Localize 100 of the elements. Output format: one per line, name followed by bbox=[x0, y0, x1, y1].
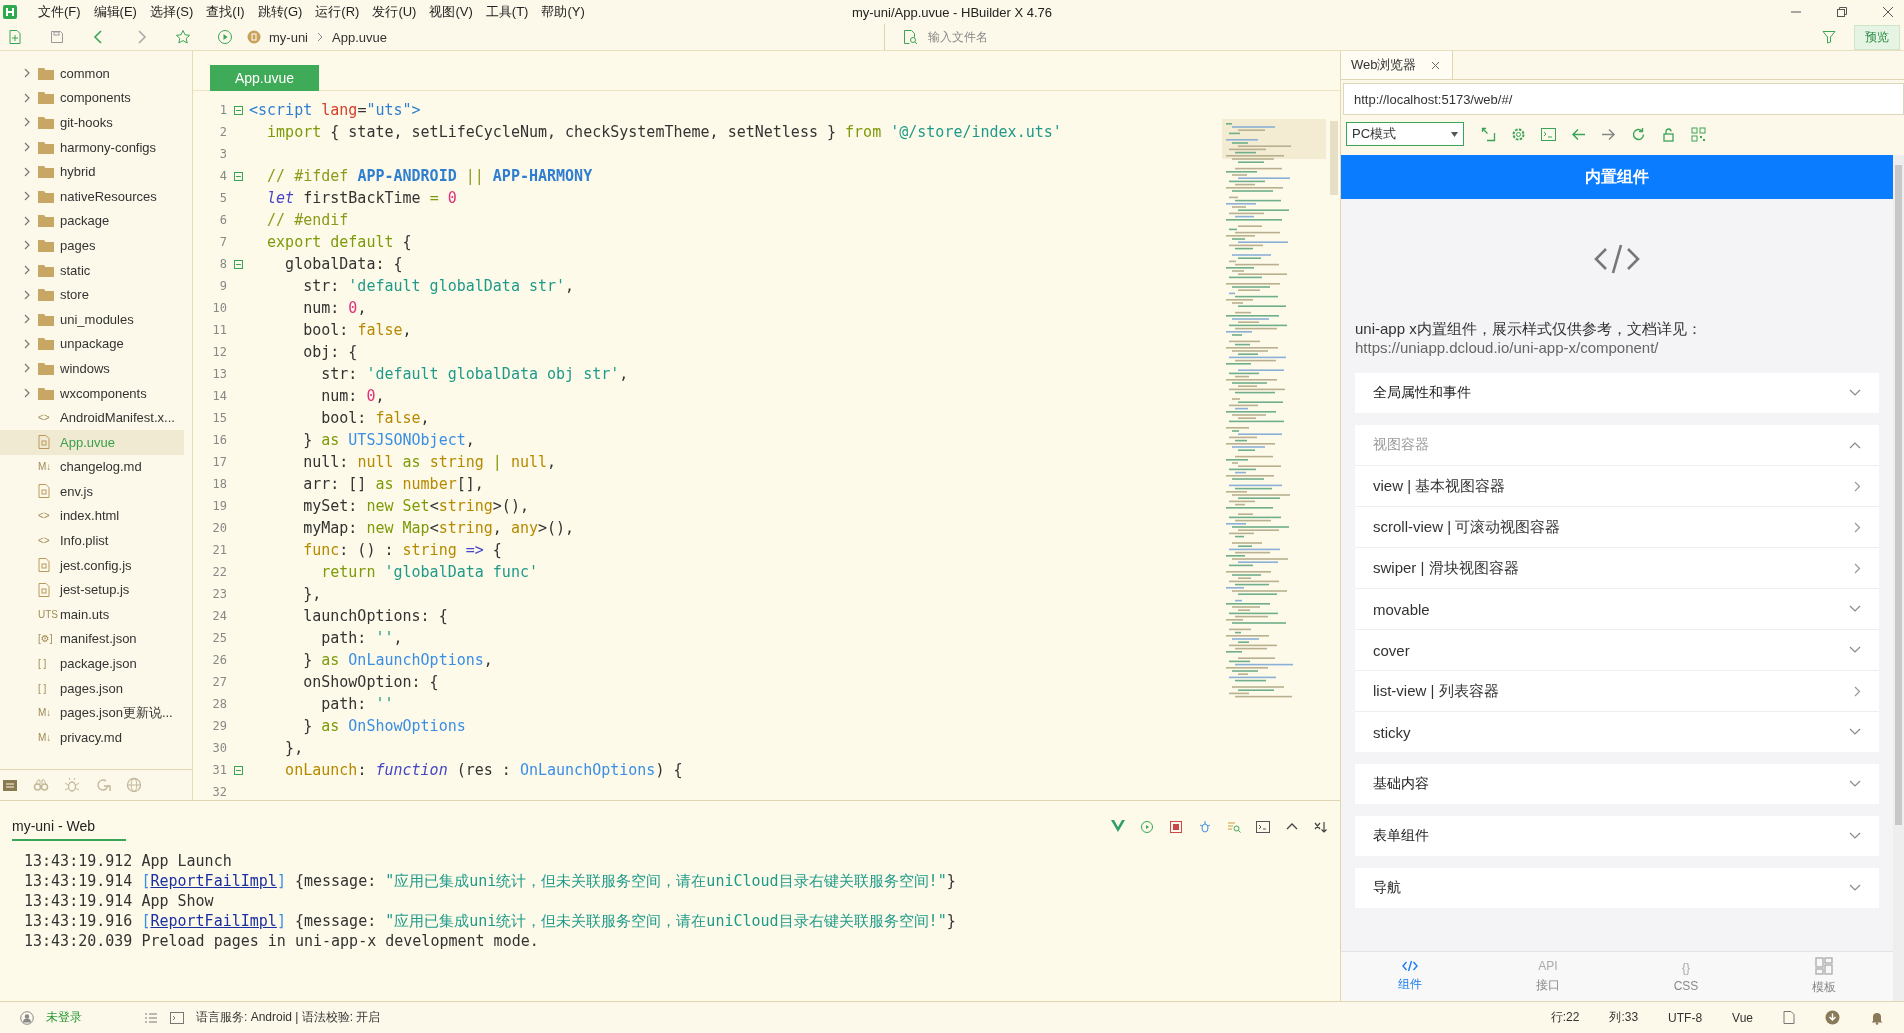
file-tree-item[interactable]: static bbox=[0, 257, 184, 283]
file-tree-item[interactable]: <> index.html bbox=[0, 503, 184, 529]
settings-icon[interactable] bbox=[1511, 126, 1526, 142]
file-search-icon[interactable] bbox=[902, 29, 918, 45]
chevron-right-icon[interactable] bbox=[22, 191, 32, 202]
file-tree-item[interactable]: unpackage bbox=[0, 331, 184, 357]
chevron-right-icon[interactable] bbox=[22, 68, 32, 79]
file-tree-item[interactable]: env.js bbox=[0, 479, 184, 504]
vue-logo-icon[interactable] bbox=[1111, 820, 1125, 832]
source-link[interactable]: ReportFailImpl bbox=[150, 872, 277, 890]
menu-item[interactable]: 文件(F) bbox=[38, 3, 81, 21]
fold-icon[interactable] bbox=[233, 105, 243, 115]
file-tree-item[interactable]: harmony-configs bbox=[0, 134, 184, 160]
search-list-icon[interactable] bbox=[1227, 820, 1241, 834]
fold-icon[interactable] bbox=[233, 171, 243, 181]
encoding-status[interactable]: UTF-8 bbox=[1668, 1010, 1703, 1025]
menu-item[interactable]: 查找(I) bbox=[206, 3, 245, 21]
language-service-status[interactable]: 语言服务: Android | 语法校验: 开启 bbox=[196, 1009, 381, 1026]
file-tree-item[interactable]: nativeResources bbox=[0, 183, 184, 209]
run-icon[interactable] bbox=[217, 29, 233, 45]
chevron-right-icon[interactable] bbox=[22, 92, 32, 103]
fold-icon[interactable] bbox=[233, 259, 243, 269]
arrow-left-icon[interactable] bbox=[1571, 126, 1586, 142]
menu-item[interactable]: 运行(R) bbox=[315, 3, 360, 21]
file-tree-item[interactable]: common bbox=[0, 61, 184, 86]
qr-code-icon[interactable] bbox=[1691, 126, 1706, 142]
scrollbar-thumb[interactable] bbox=[1895, 165, 1902, 825]
close-panel-icon[interactable] bbox=[1314, 820, 1328, 834]
file-tree-item[interactable]: [⚙] manifest.json bbox=[0, 626, 184, 652]
url-field[interactable]: http://localhost:5173/web/#/ bbox=[1343, 83, 1904, 115]
source-link[interactable]: ReportFailImpl bbox=[150, 912, 277, 930]
component-item[interactable]: cover bbox=[1355, 629, 1879, 670]
fold-icon[interactable] bbox=[233, 765, 243, 775]
file-tree-item[interactable]: M↓ pages.json更新说... bbox=[0, 700, 184, 726]
preview-button[interactable]: 预览 bbox=[1854, 24, 1900, 50]
bottom-tab[interactable]: 模板 bbox=[1755, 952, 1893, 1001]
file-tree-item[interactable]: UTS main.uts bbox=[0, 602, 184, 627]
list-icon[interactable] bbox=[144, 1010, 158, 1025]
chevron-right-icon[interactable] bbox=[22, 289, 32, 300]
user-icon[interactable] bbox=[20, 1010, 34, 1025]
console-tab[interactable]: my-uni - Web bbox=[12, 818, 126, 841]
section-header[interactable]: 全局属性和事件 bbox=[1355, 373, 1879, 413]
file-tree-item[interactable]: windows bbox=[0, 356, 184, 381]
file-tree-item[interactable]: jest-setup.js bbox=[0, 577, 184, 603]
stop-icon[interactable] bbox=[1169, 820, 1183, 834]
file-tree-item[interactable]: store bbox=[0, 282, 184, 307]
file-tree-item[interactable]: hybrid bbox=[0, 159, 184, 184]
file-tree-item[interactable]: <> AndroidManifest.x... bbox=[0, 405, 184, 430]
language-mode[interactable]: Vue bbox=[1732, 1010, 1753, 1025]
component-item[interactable]: scroll-view | 可滚动视图容器 bbox=[1355, 506, 1879, 547]
chevron-right-icon[interactable] bbox=[22, 166, 32, 177]
breadcrumb-item[interactable]: my-uni bbox=[269, 29, 308, 45]
bottom-tab[interactable]: 组件 bbox=[1341, 952, 1479, 1001]
browser-tab[interactable]: Web浏览器 bbox=[1341, 51, 1453, 79]
file-tree-item[interactable]: pages bbox=[0, 233, 184, 258]
chevron-right-icon[interactable] bbox=[22, 363, 32, 374]
file-search-field[interactable]: 输入文件名 bbox=[926, 29, 1230, 45]
component-item[interactable]: movable bbox=[1355, 588, 1879, 629]
star-icon[interactable] bbox=[175, 29, 191, 45]
save-icon[interactable] bbox=[49, 29, 65, 45]
bottom-tab[interactable]: API 接口 bbox=[1479, 952, 1617, 1001]
menu-item[interactable]: 发行(U) bbox=[372, 3, 417, 21]
chevron-right-icon[interactable] bbox=[22, 142, 32, 153]
login-status[interactable]: 未登录 bbox=[46, 1009, 82, 1026]
file-tree-item[interactable]: package bbox=[0, 208, 184, 234]
arrow-right-icon[interactable] bbox=[1601, 126, 1616, 142]
bottom-tab[interactable]: {} CSS bbox=[1617, 952, 1755, 1001]
filter-icon[interactable] bbox=[1822, 30, 1836, 44]
terminal-icon[interactable] bbox=[170, 1010, 184, 1025]
documentation-link[interactable]: https://uniapp.dcloud.io/uni-app-x/component/ bbox=[1355, 338, 1879, 357]
chevron-right-icon[interactable] bbox=[22, 314, 32, 325]
file-tree-item[interactable]: uni_modules bbox=[0, 306, 184, 332]
close-icon[interactable] bbox=[1430, 60, 1440, 70]
menu-item[interactable]: 帮助(Y) bbox=[541, 3, 585, 21]
lock-icon[interactable] bbox=[1661, 126, 1676, 142]
menu-item[interactable]: 选择(S) bbox=[149, 3, 194, 21]
globe-icon[interactable] bbox=[126, 777, 142, 793]
chevron-right-icon[interactable] bbox=[22, 265, 32, 276]
mode-dropdown[interactable]: PC模式 bbox=[1346, 122, 1464, 146]
file-tree-item[interactable]: <> Info.plist bbox=[0, 528, 184, 553]
breadcrumb-item[interactable]: App.uvue bbox=[332, 29, 387, 45]
menu-item[interactable]: 工具(T) bbox=[485, 3, 529, 21]
chevron-right-icon[interactable] bbox=[22, 240, 32, 251]
menu-item[interactable]: 视图(V) bbox=[429, 3, 473, 21]
file-tree-item[interactable]: git-hooks bbox=[0, 110, 184, 135]
menu-item[interactable]: 跳转(G) bbox=[257, 3, 303, 21]
terminal-icon[interactable] bbox=[1256, 820, 1270, 834]
refresh-icon[interactable] bbox=[1631, 126, 1646, 142]
chevron-right-icon[interactable] bbox=[22, 117, 32, 128]
component-item[interactable]: sticky bbox=[1355, 711, 1879, 752]
section-header[interactable]: 表单组件 bbox=[1355, 816, 1879, 856]
close-icon[interactable] bbox=[1882, 6, 1894, 18]
binoculars-icon[interactable] bbox=[33, 777, 49, 793]
component-item[interactable]: view | 基本视图容器 bbox=[1355, 465, 1879, 506]
file-tree-item[interactable]: [ ] pages.json bbox=[0, 675, 184, 701]
bug-icon[interactable] bbox=[64, 777, 80, 793]
chevron-right-icon[interactable] bbox=[22, 388, 32, 398]
cursor-line[interactable]: 行:22 bbox=[1550, 1009, 1580, 1026]
chevron-right-icon[interactable] bbox=[22, 338, 32, 349]
menu-item[interactable]: 编辑(E) bbox=[93, 3, 137, 21]
